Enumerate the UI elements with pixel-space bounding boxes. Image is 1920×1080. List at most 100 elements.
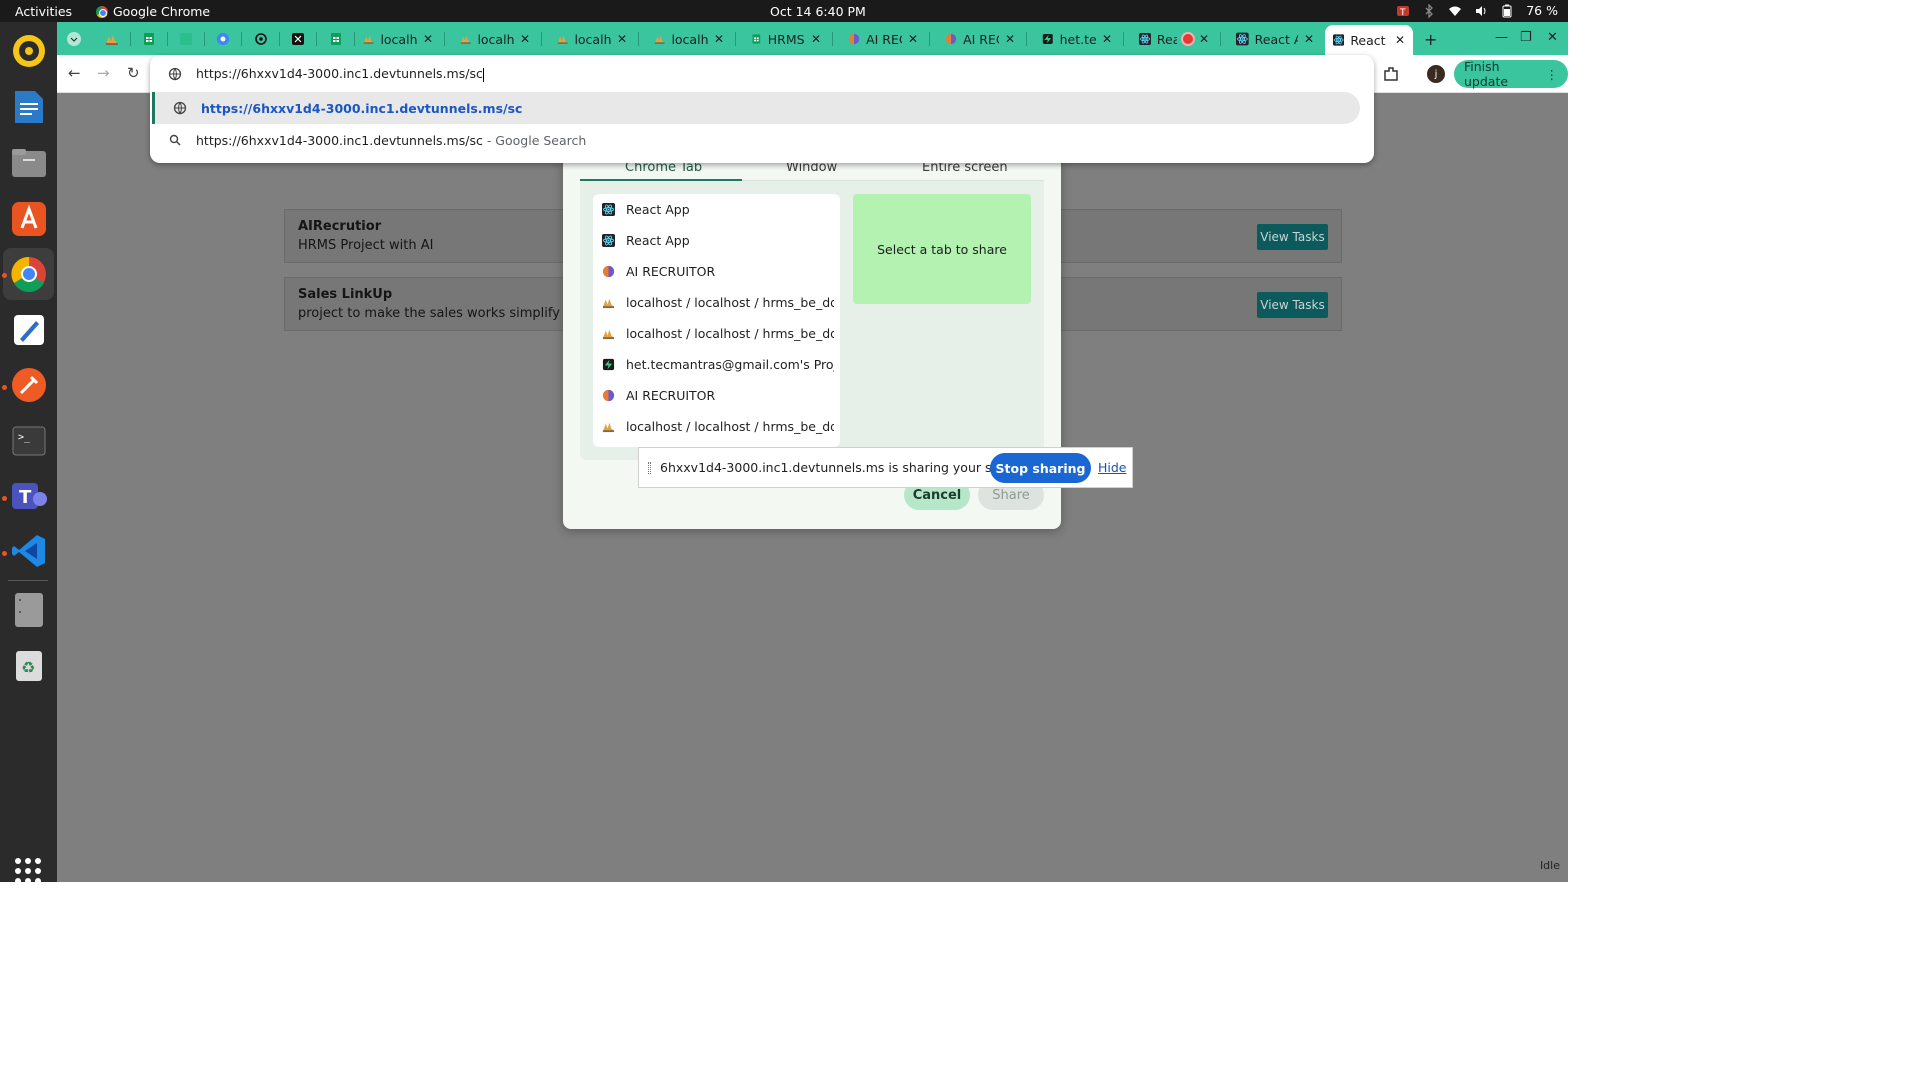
shareable-tab-item[interactable]: localhost / localhost / hrms_be_dd / c [593,318,840,349]
supabase-icon [1042,34,1053,44]
trash-icon[interactable]: ♻ [9,646,49,686]
close-tab-icon[interactable]: ✕ [1102,32,1112,46]
omnibox-dropdown: https://6hxxv1d4-3000.inc1.devtunnels.ms… [150,55,1374,163]
close-window-button[interactable]: ✕ [1547,30,1558,45]
suggestion-url-text: https://6hxxv1d4-3000.inc1.devtunnels.ms… [201,100,523,116]
react-icon [1236,32,1249,46]
files-icon[interactable] [9,143,49,183]
tab-separator [1123,32,1124,46]
clock[interactable]: Oct 14 6:40 PM [770,4,866,19]
browser-tab[interactable]: localho ✕ [549,26,635,52]
restore-button[interactable]: ❐ [1520,30,1532,45]
finish-update-button[interactable]: Finish update ⋮ [1454,59,1568,89]
browser-tab[interactable]: localho ✕ [646,26,732,52]
browser-tab[interactable] [283,26,313,52]
tab-separator [929,32,930,46]
tab-separator [204,32,205,46]
shareable-tab-item[interactable]: localhost / localhost / hrms_be_dd / c [593,287,840,318]
close-tab-icon[interactable]: ✕ [520,32,530,46]
back-button[interactable]: ← [68,64,81,82]
omnibox-suggestion-search[interactable]: https://6hxxv1d4-3000.inc1.devtunnels.ms… [150,124,1360,156]
extensions-icon[interactable] [1382,65,1400,83]
disk-drive-icon[interactable] [9,590,49,630]
teams-tray-icon[interactable]: T [1396,4,1410,18]
view-tasks-button[interactable]: View Tasks [1257,292,1328,318]
battery-icon[interactable] [1500,4,1514,18]
chrome-dock-icon[interactable] [3,248,54,300]
browser-tab[interactable] [208,26,238,52]
shareable-tab-item[interactable]: AI RECRUITOR [593,380,840,411]
close-tab-icon[interactable]: ✕ [1395,33,1405,47]
tab-title: HRMS T [767,31,805,47]
browser-tab[interactable]: AI REC ✕ [937,26,1023,52]
close-tab-icon[interactable]: ✕ [617,32,627,46]
hide-link[interactable]: Hide [1098,460,1127,475]
browser-tab[interactable] [246,26,276,52]
reload-button[interactable]: ↻ [127,64,140,82]
drag-handle[interactable] [648,462,651,474]
project-title: AIRecrutior [298,219,382,234]
rhythmbox-icon[interactable] [9,31,49,71]
close-tab-icon[interactable]: ✕ [423,32,433,46]
address-bar[interactable]: https://6hxxv1d4-3000.inc1.devtunnels.ms… [150,58,1360,90]
teams-icon[interactable]: T [9,476,49,516]
forward-button[interactable]: → [97,64,110,82]
activities-button[interactable]: Activities [15,4,72,19]
react-icon [602,234,615,247]
browser-tab[interactable]: React A ✕ [1325,25,1413,55]
text-editor-icon[interactable] [9,310,49,350]
more-vert-icon: ⋮ [1545,66,1559,82]
shareable-tab-label: localhost / localhost / hrms_be_dd / i [626,419,834,434]
terminal-icon[interactable]: >_ [9,421,49,461]
profile-avatar[interactable]: j [1427,65,1445,83]
shareable-tab-item[interactable]: localhost / localhost / hrms_be_dd / i [593,411,840,442]
close-tab-icon[interactable]: ✕ [908,32,918,46]
system-tray[interactable]: T 76 % [1396,3,1558,18]
browser-tab[interactable]: HRMS T ✕ [743,26,829,52]
shareable-tab-item[interactable]: React App [593,194,840,225]
close-tab-icon[interactable]: ✕ [1304,32,1314,46]
browser-tab[interactable]: React A ✕ [1228,26,1322,52]
tab-separator [167,32,168,46]
close-tab-icon[interactable]: ✕ [811,32,821,46]
browser-tab[interactable]: localho ✕ [452,26,538,52]
view-tasks-button[interactable]: View Tasks [1257,224,1328,250]
browser-tab[interactable]: localho ✕ [355,26,441,52]
site-info-icon[interactable] [168,67,182,81]
pma-icon [363,35,374,44]
browser-tab[interactable] [321,26,351,52]
browser-tab[interactable] [134,26,164,52]
address-input[interactable]: https://6hxxv1d4-3000.inc1.devtunnels.ms… [196,66,484,82]
system-top-bar: Activities Google Chrome Oct 14 6:40 PM … [0,0,1568,22]
text-caret [482,67,484,82]
app-menu[interactable]: Google Chrome [96,4,210,19]
close-tab-icon[interactable]: ✕ [1005,32,1015,46]
ai-recruitor-icon [848,33,860,45]
close-tab-icon[interactable]: ✕ [1199,32,1209,46]
vscode-icon[interactable] [9,531,49,571]
shareable-tab-item[interactable]: het.tecmantras@gmail.com's Project [593,349,840,380]
pma-icon [106,35,118,45]
omnibox-suggestion-url[interactable]: https://6hxxv1d4-3000.inc1.devtunnels.ms… [152,92,1360,124]
new-tab-button[interactable]: + [1424,30,1437,49]
browser-tab[interactable] [171,26,201,52]
preview-text: Select a tab to share [877,241,1007,257]
show-apps-icon[interactable] [15,858,41,884]
browser-tab[interactable]: het.tec ✕ [1034,26,1120,52]
volume-icon[interactable] [1474,4,1488,18]
tab-search-button[interactable] [63,26,85,52]
shareable-tab-item[interactable]: AI RECRUITOR [593,256,840,287]
libreoffice-writer-icon[interactable] [9,87,49,127]
wifi-icon[interactable] [1448,4,1462,18]
close-tab-icon[interactable]: ✕ [714,32,724,46]
minimize-button[interactable]: — [1495,30,1508,45]
browser-tab[interactable]: AI REC ✕ [840,26,926,52]
bluetooth-icon[interactable] [1422,3,1436,18]
shareable-tab-label: localhost / localhost / hrms_be_dd / c [626,326,834,341]
shareable-tab-item[interactable]: React App [593,225,840,256]
browser-tab[interactable]: Rea ✕ [1131,26,1217,52]
browser-tab[interactable] [97,26,127,52]
postman-icon[interactable] [9,365,49,405]
app-center-icon[interactable] [9,199,49,239]
stop-sharing-button[interactable]: Stop sharing [990,453,1091,483]
